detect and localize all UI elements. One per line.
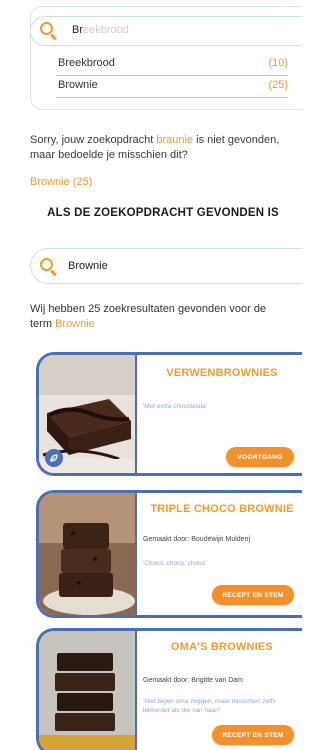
recipe-title: TRIPLE CHOCO BROWNIE — [150, 503, 294, 515]
search-icon — [40, 22, 58, 41]
misspelled-term: braunie — [156, 134, 194, 146]
recipe-card[interactable]: OMA'S BROWNIES Gemaakt door: Brigitte va… — [36, 628, 302, 750]
recipe-tagline: 'Met extra chocolalala' — [143, 403, 207, 410]
results-summary: Wij hebben 25 zoekresultaten gevonden vo… — [30, 303, 267, 330]
recipe-title: VERWENBROWNIES — [166, 367, 278, 379]
recipe-author: Gemaakt door: Brigitte van Dam — [143, 677, 243, 684]
card-divider — [135, 493, 137, 615]
card-divider — [135, 631, 137, 750]
suggestion-divider — [56, 97, 288, 98]
suggestion-name: Brownie — [58, 79, 98, 91]
section-heading: ALS DE ZOEKOPDRACHT GEVONDEN IS — [47, 207, 279, 219]
recipe-vote-button[interactable]: RECEPT EN STEM — [212, 585, 294, 605]
recipe-card[interactable]: VERWENBROWNIES 'Met extra chocolalala' V… — [36, 352, 302, 476]
recipe-title: OMA'S BROWNIES — [171, 641, 273, 653]
search-input-value: Brownie — [68, 260, 108, 272]
suggestion-count: (10) — [268, 57, 288, 69]
no-result-message: Sorry, jouw zoekopdracht braunie is niet… — [30, 134, 280, 161]
search-input-value: Breekbrood — [72, 24, 129, 36]
did-you-mean-link[interactable]: Brownie (25) — [30, 176, 92, 188]
recipe-tagline: 'Choco, choco, chooo' — [143, 560, 207, 567]
suggestion-name: Breekbrood — [58, 57, 115, 69]
recipe-author: Gemaakt door: Boudewijn Muldenj — [143, 536, 251, 543]
card-divider — [135, 355, 137, 473]
recipe-photo — [39, 493, 135, 615]
suggestion-item[interactable]: Brownie (25) — [56, 76, 292, 96]
search-term: Brownie — [55, 318, 95, 330]
recipe-vote-button[interactable]: RECEPT EN STEM — [212, 725, 294, 745]
recipe-photo — [39, 631, 135, 750]
recipe-tagline: 'Niet tegen oma zeggen, maar misschien z… — [143, 698, 276, 714]
progress-button[interactable]: VOORTGANG — [226, 447, 294, 467]
search-icon — [40, 258, 58, 277]
search-input[interactable] — [30, 16, 302, 46]
recipe-card[interactable]: TRIPLE CHOCO BROWNIE Gemaakt door: Boude… — [36, 490, 302, 618]
suggestion-count: (25) — [268, 79, 288, 91]
suggestion-item[interactable]: Breekbrood (10) — [56, 54, 292, 74]
leaf-icon[interactable] — [45, 449, 63, 467]
